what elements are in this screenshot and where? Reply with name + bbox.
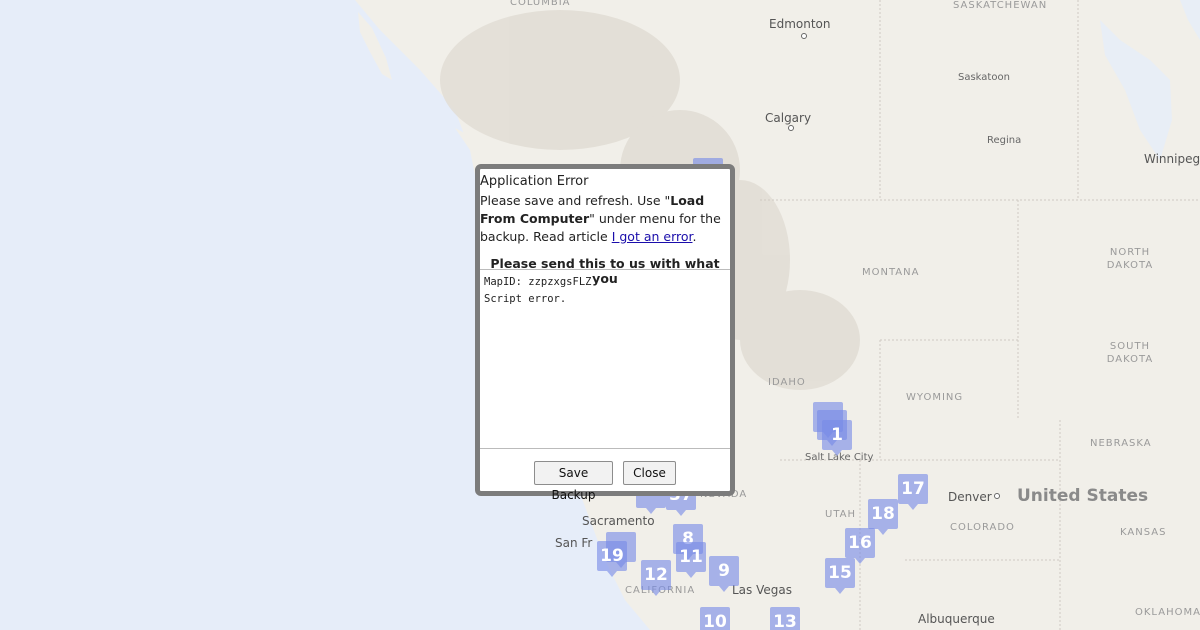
country-label: United States bbox=[1017, 486, 1149, 506]
map-marker[interactable]: 10 bbox=[700, 607, 730, 630]
map-marker[interactable]: 1 bbox=[822, 420, 852, 456]
region-label: KANSAS bbox=[1120, 527, 1167, 538]
city-label: Calgary bbox=[765, 111, 812, 125]
map-marker[interactable]: 12 bbox=[641, 560, 671, 596]
region-label: NORTH DAKOTA bbox=[1106, 247, 1154, 271]
region-label: SASKATCHEWAN bbox=[953, 0, 1048, 11]
map-marker[interactable]: 9 bbox=[709, 556, 739, 592]
region-label: SOUTH DAKOTA bbox=[1106, 341, 1154, 365]
city-dot bbox=[994, 493, 1000, 499]
close-button[interactable]: Close bbox=[623, 461, 676, 485]
dialog-title: Application Error bbox=[480, 174, 589, 189]
save-backup-button[interactable]: Save Backup bbox=[534, 461, 613, 502]
message-text: Please save and refresh. Use " bbox=[480, 193, 671, 208]
error-dialog: Application Error Please save and refres… bbox=[475, 164, 735, 502]
city-label: Sacramento bbox=[582, 514, 655, 528]
region-label: MONTANA bbox=[862, 267, 920, 278]
map-marker[interactable]: 17 bbox=[898, 474, 928, 510]
region-label: WYOMING bbox=[906, 392, 964, 403]
city-label: Edmonton bbox=[769, 17, 831, 31]
city-dot bbox=[801, 33, 807, 39]
log-line: Script error. bbox=[484, 293, 567, 305]
region-label: IDAHO bbox=[768, 377, 806, 388]
error-message: Please save and refresh. Use "Load From … bbox=[480, 192, 726, 246]
message-text: . bbox=[692, 229, 697, 244]
map-marker[interactable]: 19 bbox=[597, 541, 627, 577]
error-article-link[interactable]: I got an error bbox=[612, 229, 693, 244]
city-label: San Fr bbox=[555, 536, 593, 550]
city-label: Winnipeg bbox=[1144, 152, 1200, 166]
region-label: COLORADO bbox=[950, 522, 1015, 533]
error-log-textarea[interactable]: MapID: zzpzxgsFLZ Script error. bbox=[480, 269, 730, 449]
map-marker[interactable]: 16 bbox=[845, 528, 875, 564]
map-marker[interactable]: 18 bbox=[868, 499, 898, 535]
map-marker[interactable]: 15 bbox=[825, 558, 855, 594]
city-label: Albuquerque bbox=[918, 612, 995, 626]
city-label: Saskatoon bbox=[958, 72, 1010, 83]
city-label: Denver bbox=[948, 490, 992, 504]
map-marker[interactable]: 11 bbox=[676, 542, 706, 578]
city-dot bbox=[788, 125, 794, 131]
region-label: UTAH bbox=[825, 509, 857, 520]
city-label: Las Vegas bbox=[732, 583, 792, 597]
city-label: Regina bbox=[987, 135, 1022, 146]
region-label: OKLAHOMA bbox=[1135, 607, 1200, 618]
map-marker[interactable]: 13 bbox=[770, 607, 800, 630]
region-label: COLUMBIA bbox=[510, 0, 571, 8]
log-line: MapID: zzpzxgsFLZ bbox=[484, 276, 592, 288]
region-label: NEBRASKA bbox=[1090, 438, 1152, 449]
